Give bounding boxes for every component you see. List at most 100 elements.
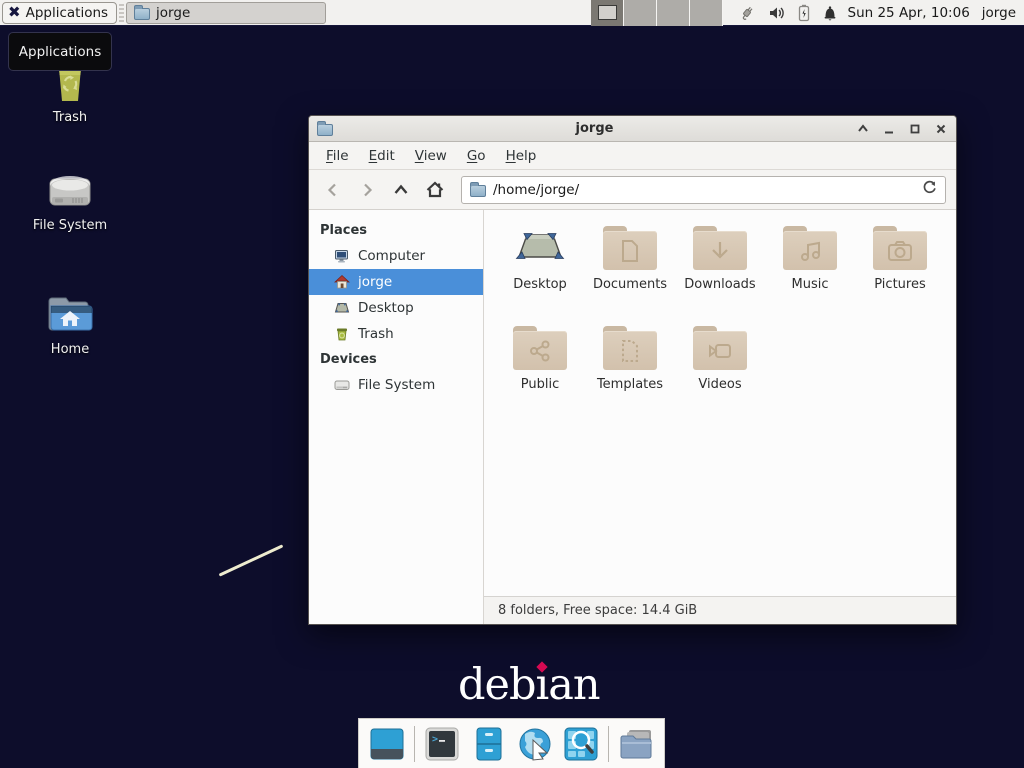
taskbar-window-label: jorge (156, 5, 190, 21)
pictures-folder-icon (873, 226, 927, 270)
sidebar-item-desktop[interactable]: Desktop (309, 295, 483, 321)
menu-help[interactable]: Help (497, 145, 546, 167)
sidebar-item-label: Computer (358, 248, 425, 264)
volume-icon[interactable] (768, 4, 786, 22)
file-item-videos[interactable]: Videos (675, 322, 765, 422)
file-item-label: Templates (597, 377, 663, 392)
computer-icon (334, 248, 350, 264)
menu-edit[interactable]: Edit (360, 145, 404, 167)
location-bar[interactable]: /home/jorge/ (461, 176, 946, 204)
terminal-launcher[interactable]: > (424, 725, 461, 763)
desktop-icon (513, 226, 567, 270)
home-folder-icon (45, 292, 95, 336)
sidebar-item-computer[interactable]: Computer (309, 243, 483, 269)
sidebar-item-trash[interactable]: Trash (309, 321, 483, 347)
file-item-public[interactable]: Public (495, 322, 585, 422)
applications-menu-button[interactable]: ✖ Applications (2, 2, 117, 24)
sidebar-item-jorge[interactable]: jorge (309, 269, 483, 295)
toolbar: /home/jorge/ (309, 170, 956, 210)
forward-button[interactable] (353, 176, 381, 204)
desktop-icon-home[interactable]: Home (22, 292, 118, 357)
sidebar-item-label: Desktop (358, 300, 414, 316)
home-button[interactable] (421, 176, 449, 204)
desktop-icon-label: Home (51, 342, 89, 357)
close-button[interactable] (934, 122, 948, 136)
file-manager-window: jorge File Edit View Go Help /home/jorge… (308, 115, 957, 625)
file-manager-launcher[interactable] (470, 725, 507, 763)
shade-button[interactable] (856, 122, 870, 136)
web-browser-launcher[interactable] (516, 725, 553, 763)
panel-username[interactable]: jorge (982, 5, 1016, 21)
file-item-label: Downloads (684, 277, 755, 292)
show-desktop-button[interactable] (368, 725, 405, 763)
battery-charging-icon[interactable] (797, 4, 811, 22)
workspace-1[interactable] (591, 0, 624, 26)
taskbar-window-button[interactable]: jorge (126, 2, 326, 24)
menu-view[interactable]: View (406, 145, 456, 167)
workspace-window-preview (598, 5, 617, 20)
path-text[interactable]: /home/jorge/ (493, 182, 915, 198)
up-button[interactable] (387, 176, 415, 204)
places-header: Places (309, 218, 483, 243)
sidebar-item-file-system[interactable]: File System (309, 372, 483, 398)
harddisk-icon (45, 172, 95, 212)
window-title: jorge (333, 121, 856, 136)
directory-menu-launcher[interactable] (618, 725, 655, 763)
side-pane: Places Computer jorge Desktop Trash Devi… (309, 210, 484, 624)
desktop-icon-file-system[interactable]: File System (22, 172, 118, 233)
workspace-switcher (591, 0, 723, 26)
share-folder-icon (513, 326, 567, 370)
menu-file[interactable]: File (317, 145, 358, 167)
back-button[interactable] (319, 176, 347, 204)
file-item-downloads[interactable]: Downloads (675, 222, 765, 322)
desktop-icon (334, 300, 350, 316)
reload-button[interactable] (922, 180, 937, 199)
dock-separator (414, 726, 415, 762)
workspace-4[interactable] (690, 0, 723, 26)
path-folder-icon (470, 185, 486, 197)
maximize-button[interactable] (908, 122, 922, 136)
network-offline-icon[interactable] (737, 4, 757, 22)
terminal-icon: > (424, 726, 460, 762)
statusbar-text: 8 folders, Free space: 14.4 GiB (498, 603, 697, 618)
file-item-label: Music (792, 277, 829, 292)
window-folder-icon (317, 124, 333, 136)
file-item-documents[interactable]: Documents (585, 222, 675, 322)
sidebar-item-label: Trash (358, 326, 394, 342)
debian-logo-text: deb (458, 660, 536, 710)
web-browser-icon (517, 726, 553, 762)
svg-text:>: > (432, 734, 438, 745)
workspace-3[interactable] (657, 0, 690, 26)
menu-go[interactable]: Go (458, 145, 495, 167)
applications-tooltip: Applications (8, 32, 112, 71)
desktop-icon-label: Trash (53, 110, 87, 125)
bottom-dock: > (358, 718, 665, 768)
statusbar: 8 folders, Free space: 14.4 GiB (484, 596, 956, 624)
file-item-label: Pictures (874, 277, 925, 292)
file-item-label: Desktop (513, 277, 567, 292)
panel-clock[interactable]: Sun 25 Apr, 10:06 (848, 5, 970, 21)
applications-menu-label: Applications (26, 5, 108, 21)
file-item-label: Public (521, 377, 559, 392)
file-item-desktop[interactable]: Desktop (495, 222, 585, 322)
top-panel: ✖ Applications jorge Sun 25 Apr, 10:06 j… (0, 0, 1024, 26)
titlebar[interactable]: jorge (309, 116, 956, 142)
desktop-icon-label: File System (33, 218, 107, 233)
workspace-2[interactable] (624, 0, 657, 26)
videos-folder-icon (693, 326, 747, 370)
applications-tooltip-text: Applications (19, 44, 101, 60)
file-item-pictures[interactable]: Pictures (855, 222, 945, 322)
file-grid: Desktop Documents Downloads Music Pictur… (484, 210, 956, 596)
window-body: Places Computer jorge Desktop Trash Devi… (309, 210, 956, 624)
notifications-bell-icon[interactable] (822, 4, 838, 22)
file-item-templates[interactable]: Templates (585, 322, 675, 422)
minimize-button[interactable] (882, 122, 896, 136)
file-item-music[interactable]: Music (765, 222, 855, 322)
home-icon (334, 274, 350, 290)
harddisk-icon (334, 377, 350, 393)
app-finder-launcher[interactable] (562, 725, 599, 763)
download-folder-icon (693, 226, 747, 270)
system-tray (737, 4, 838, 22)
dock-separator (608, 726, 609, 762)
file-item-label: Videos (698, 377, 741, 392)
